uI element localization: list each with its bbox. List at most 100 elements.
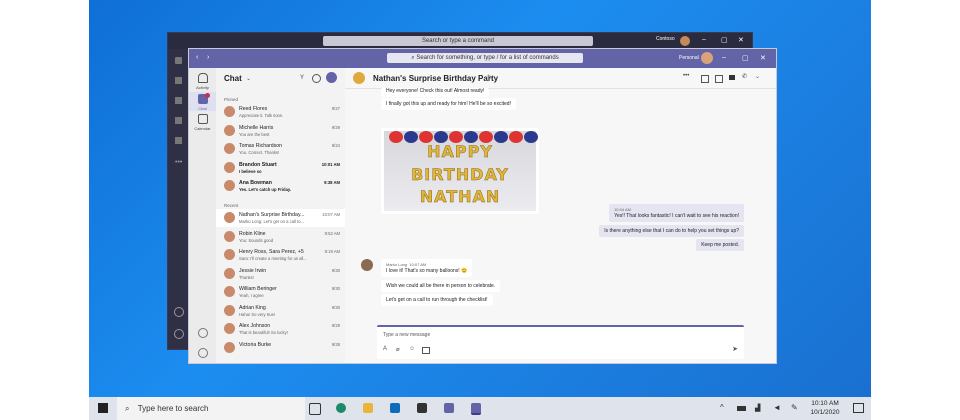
settings-icon[interactable] [198,348,208,358]
chat-time: 9/30 [331,267,340,273]
chat-list-item[interactable]: Victoria Burke 9/28 [216,339,345,357]
chat-name: Victoria Burke [239,341,272,348]
meet-now-icon[interactable] [312,74,321,83]
my-message: Keep me posted. [696,239,744,251]
minimize-icon[interactable]: – [722,54,726,61]
contact-avatar [224,286,235,297]
background-maximize-icon[interactable]: ▢ [721,36,728,44]
background-chat-icon[interactable] [175,77,182,84]
pen-icon[interactable]: ✎ [791,403,798,412]
emoji-icon[interactable]: ☺ [409,346,415,352]
unread-badge [205,93,210,98]
chat-time: 9/30 [331,304,340,310]
notifications-icon[interactable] [853,403,864,413]
taskbar-search[interactable]: ⌕ Type here to search [117,397,305,420]
message-text: Yes!! That looks fantastic! I can't wait… [614,213,739,219]
teams-window[interactable]: ‹ › ⌕ Search for something, or type / fo… [188,48,777,364]
chat-list-item[interactable]: Reed Flores Appreciate it. Talk soon. 9/27 [216,103,345,121]
new-chat-icon[interactable] [326,72,337,83]
attach-icon[interactable]: ⌀ [396,346,400,353]
window-search-input[interactable]: ⌕ Search for something, or type / for a … [387,53,583,63]
banner-photo: HAPPY BIRTHDAY NATHAN [384,131,538,211]
conversation-pane: Nathan's Surprise Birthday Party ✎ ••• ✆… [345,68,776,363]
chevron-down-icon[interactable]: ⌄ [246,75,251,82]
background-settings-icon[interactable] [174,329,184,339]
maximize-icon[interactable]: ▢ [742,54,749,62]
nav-item-chat[interactable]: Chat [189,92,216,111]
task-view-icon[interactable] [309,403,321,415]
screen-share-icon[interactable] [715,75,723,83]
chevron-up-icon[interactable]: ^ [720,403,724,412]
teams-taskbar-icon[interactable] [444,403,454,413]
background-avatar[interactable] [680,36,690,46]
marko-message: Let's get on a call to run through the c… [381,294,493,306]
background-minimize-icon[interactable]: – [702,36,706,43]
filter-icon[interactable]: Y [300,75,304,81]
clock-date[interactable]: 10/1/2020 [807,409,843,416]
video-call-icon[interactable] [729,75,735,80]
chat-list-pane: Chat ⌄ Y Pinned Reed Flores Appreciate it… [216,68,346,363]
chat-list-item[interactable]: Brandon Stuart I believe so 10:01 AM [216,159,345,177]
store-icon[interactable] [417,403,427,413]
pinned-section-label: Pinned [224,97,239,102]
file-explorer-icon[interactable] [363,403,373,413]
teams-active-taskbar-icon[interactable] [471,403,481,415]
mail-icon[interactable] [390,403,400,413]
bell-icon [197,73,208,83]
chat-name: Jessie Irwin [239,267,267,274]
format-icon[interactable]: A [383,346,387,352]
nav-item-calendar[interactable]: Calendar [189,114,216,131]
edit-pencil-icon[interactable]: ✎ [487,74,492,81]
clock-time[interactable]: 10:10 AM [807,400,843,407]
chat-list-item[interactable]: Jessie Irwin Thanks! 9/30 [216,265,345,283]
close-icon[interactable]: ✕ [760,54,766,62]
chat-list-title[interactable]: Chat [224,74,242,83]
volume-icon[interactable]: ◄ [773,403,781,412]
chat-list-item[interactable]: Robin Kline You: Sounds good 9:52 AM [216,228,345,246]
chat-list-item[interactable]: Alex Johnson That is beautiful! So lucky!… [216,320,345,338]
chat-list-item[interactable]: Tomas Richardson You. Correct. Thanks! 9/2… [216,140,345,158]
help-icon[interactable] [198,328,208,338]
user-avatar[interactable] [701,52,713,64]
edge-icon[interactable] [336,403,346,413]
chat-list-item[interactable]: Adrian King Haha! So very true! 9/30 [216,302,345,320]
background-close-icon[interactable]: ✕ [738,36,744,44]
audio-call-icon[interactable]: ✆ [742,73,747,80]
background-search-input[interactable]: Search or type a command [323,36,593,46]
nav-item-activity[interactable]: Activity [189,73,216,90]
chat-list-item[interactable]: William Beringer Yeah, I agree 9/30 [216,283,345,301]
background-more-icon[interactable]: ••• [175,159,182,166]
chat-preview: You. Correct. Thanks! [239,150,280,155]
more-options-icon[interactable]: ••• [683,73,689,79]
background-teams-icon[interactable] [175,97,182,104]
compose-box[interactable]: Type a new message A ⌀ ☺ ➤ [377,325,744,359]
contact-avatar [224,341,235,353]
add-people-icon[interactable] [701,75,709,83]
background-calendar-icon[interactable] [175,117,182,124]
call-options-chevron-icon[interactable]: ⌄ [755,73,760,80]
battery-icon[interactable] [737,406,746,411]
background-help-icon[interactable] [174,307,184,317]
send-icon[interactable]: ➤ [732,345,738,353]
gif-icon[interactable] [422,347,430,354]
birthday-banner-image[interactable]: HAPPY BIRTHDAY NATHAN [381,128,539,214]
network-icon[interactable]: ▟ [755,404,760,412]
windows-start-icon[interactable] [98,403,108,413]
chat-time: 10:07 AM [322,212,340,217]
window-user-label: Personal [679,55,699,61]
background-app-rail: ••• [168,49,190,349]
background-files-icon[interactable] [175,137,182,144]
chat-list-item[interactable]: Henry Ross, Sara Perez, +5 Sara: I'll cre… [216,246,345,264]
contact-avatar [224,106,235,117]
compose-input[interactable]: Type a new message [383,332,430,338]
forward-arrow-icon[interactable]: › [207,54,209,61]
back-arrow-icon[interactable]: ‹ [196,54,198,61]
contact-avatar [224,230,235,242]
chat-list-item[interactable]: Nathan's Surprise Birthday... Marko Long:… [216,209,345,227]
chat-name: Tomas Richardson [239,143,282,149]
chat-preview: You are the best [239,131,270,137]
background-bell-icon[interactable] [175,57,182,64]
chat-list-item[interactable]: Michelle Harris You are the best 9/29 [216,122,345,140]
chat-preview: That is beautiful! So lucky! [239,330,288,335]
chat-list-item[interactable]: Ana Bowman Yes. Let's catch up Friday. 9:3… [216,177,345,195]
